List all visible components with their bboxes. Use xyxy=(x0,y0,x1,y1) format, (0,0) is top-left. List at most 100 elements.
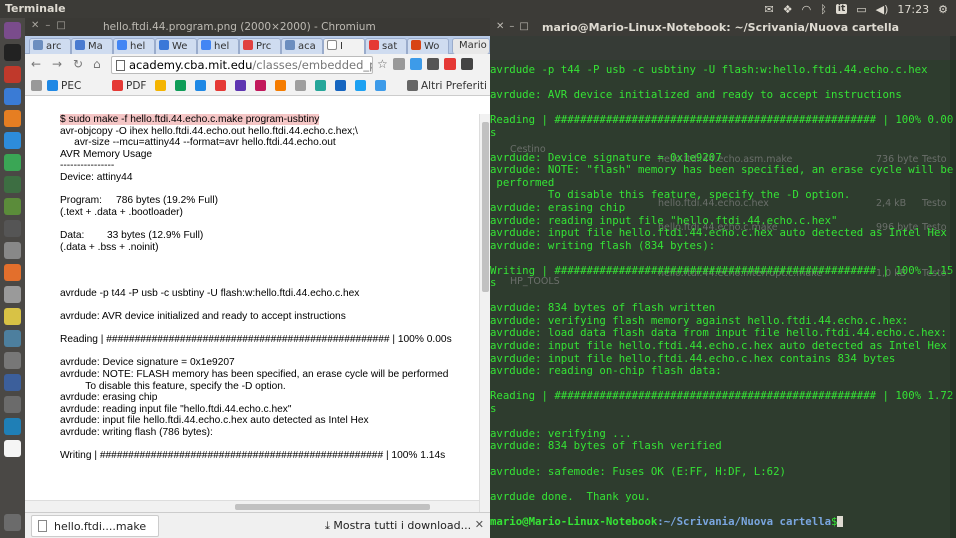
terminal-output[interactable]: avrdude -p t44 -P usb -c usbtiny -U flas… xyxy=(490,63,954,529)
extension-icon[interactable] xyxy=(426,58,439,70)
home-button[interactable]: ⌂ xyxy=(93,57,101,71)
mail-icon[interactable]: ✉ xyxy=(765,3,774,16)
terminal-line: Reading | ##############################… xyxy=(490,113,954,127)
scrollbar-thumb[interactable] xyxy=(235,504,430,510)
arduino-icon[interactable] xyxy=(4,418,21,435)
reload-button[interactable]: ↻ xyxy=(73,57,83,71)
chromium-icon[interactable] xyxy=(4,88,21,105)
settings-icon[interactable] xyxy=(4,286,21,303)
browser-tab-active[interactable]: I xyxy=(323,38,365,54)
terminal-window: ✕–□ mario@Mario-Linux-Notebook: ~/Scriva… xyxy=(490,18,956,538)
bookmark-item[interactable] xyxy=(215,80,229,92)
firefox-icon[interactable] xyxy=(4,110,21,127)
horizontal-scrollbar[interactable] xyxy=(25,500,479,512)
spreadsheet-icon[interactable] xyxy=(4,176,21,193)
writer-icon[interactable] xyxy=(4,132,21,149)
inkscape-icon[interactable] xyxy=(4,220,21,237)
terminal-line: avrdude: erasing chip xyxy=(490,201,626,215)
youtube-icon xyxy=(369,40,379,50)
forward-button[interactable]: → xyxy=(52,57,62,71)
browser-tab[interactable]: hel xyxy=(197,38,239,54)
browser-tab[interactable]: Prc xyxy=(239,38,281,54)
bookmark-item[interactable] xyxy=(235,80,249,92)
terminal-line: avrdude: 834 bytes of flash verified xyxy=(490,439,722,453)
bookmark-pdf[interactable]: PDF xyxy=(112,80,146,92)
volume-icon[interactable]: ◀) xyxy=(876,3,889,16)
terminal-scrollbar[interactable] xyxy=(950,36,956,538)
text-editor-icon[interactable] xyxy=(4,242,21,259)
bluetooth-icon[interactable]: ᛒ xyxy=(820,3,827,16)
wifi-icon[interactable]: ◠ xyxy=(802,3,812,16)
extension-icon[interactable] xyxy=(443,58,456,70)
output-line: Program: 786 bytes (19.2% Full) xyxy=(60,195,218,207)
vertical-scrollbar[interactable] xyxy=(479,114,490,512)
back-button[interactable]: ← xyxy=(31,57,41,71)
show-all-downloads-link[interactable]: ⤓ Mostra tutti i download... xyxy=(325,519,471,533)
keyboard-layout-indicator[interactable]: it xyxy=(835,4,848,14)
browser-tab[interactable]: Ma xyxy=(71,38,113,54)
profile-button[interactable]: Mario xyxy=(452,38,490,54)
bookmark-item[interactable] xyxy=(355,80,369,92)
app-icon[interactable] xyxy=(4,198,21,215)
browser-tab[interactable]: aca xyxy=(281,38,323,54)
browser-tab[interactable]: hel xyxy=(113,38,155,54)
menu-icon[interactable] xyxy=(460,58,473,70)
software-center-icon[interactable] xyxy=(4,264,21,281)
google-icon xyxy=(117,40,127,50)
dropbox-icon[interactable]: ❖ xyxy=(783,3,793,16)
battery-icon[interactable]: ▭ xyxy=(856,3,866,16)
bookmark-item[interactable] xyxy=(275,80,289,92)
terminal-line: avrdude: NOTE: "flash" memory has been s… xyxy=(490,163,954,177)
terminal-line: avrdude: safemode: Fuses OK (E:FF, H:DF,… xyxy=(490,464,786,478)
bookmarks-apps-icon[interactable] xyxy=(31,80,45,92)
bookmark-item[interactable] xyxy=(315,80,329,92)
bookmark-item[interactable] xyxy=(255,80,269,92)
calc-icon[interactable] xyxy=(4,154,21,171)
clock[interactable]: 17:23 xyxy=(897,3,929,16)
bookmark-item[interactable] xyxy=(295,80,309,92)
bookmark-pec[interactable]: PEC xyxy=(47,80,81,92)
terminal-icon[interactable] xyxy=(4,44,21,61)
window-controls[interactable]: ✕–□ xyxy=(31,20,72,31)
app-icon[interactable] xyxy=(4,396,21,413)
browser-tab[interactable]: Wo xyxy=(407,38,449,54)
trash-icon[interactable] xyxy=(4,514,21,531)
browser-tab[interactable]: arc xyxy=(29,38,71,54)
browser-tab[interactable]: sat xyxy=(365,38,407,54)
notes-icon[interactable] xyxy=(4,308,21,325)
bookmark-item[interactable] xyxy=(195,80,209,92)
app-icon[interactable] xyxy=(4,330,21,347)
page-info-icon[interactable] xyxy=(116,60,125,71)
download-item[interactable]: hello.ftdi....make xyxy=(31,515,159,537)
cloud-icon[interactable] xyxy=(409,58,422,70)
bookmark-item[interactable] xyxy=(375,80,389,92)
bookmark-icon xyxy=(215,80,226,91)
shell-prompt[interactable]: mario@Mario-Linux-Notebook:~/Scrivania/N… xyxy=(490,515,948,529)
terminal-line: avrdude: reading on-chip flash data: xyxy=(490,364,722,378)
gear-icon[interactable]: ⚙ xyxy=(938,3,948,16)
scrollbar-thumb[interactable] xyxy=(482,122,489,292)
window-controls[interactable]: ✕–□ xyxy=(496,21,534,32)
address-bar[interactable]: academy.cba.mit.edu/classes/embedded_pr xyxy=(111,56,373,74)
bookmark-item[interactable] xyxy=(175,80,189,92)
bookmark-icon xyxy=(255,80,266,91)
bookmark-star-icon[interactable]: ☆ xyxy=(377,57,388,71)
output-line: AVR Memory Usage xyxy=(60,148,153,160)
bookmark-item[interactable] xyxy=(155,80,169,92)
app-icon[interactable] xyxy=(4,352,21,369)
bookmark-item[interactable] xyxy=(335,80,349,92)
app-icon[interactable] xyxy=(4,440,21,457)
browser-tab[interactable]: We xyxy=(155,38,197,54)
extension-icon[interactable] xyxy=(392,58,405,70)
output-line: To disable this feature, specify the -D … xyxy=(60,380,286,392)
app-icon[interactable] xyxy=(4,374,21,391)
dash-icon[interactable] xyxy=(4,22,21,39)
files-icon[interactable] xyxy=(4,66,21,83)
close-icon[interactable]: ✕ xyxy=(475,518,484,531)
other-bookmarks[interactable]: Altri Preferiti xyxy=(407,80,487,92)
